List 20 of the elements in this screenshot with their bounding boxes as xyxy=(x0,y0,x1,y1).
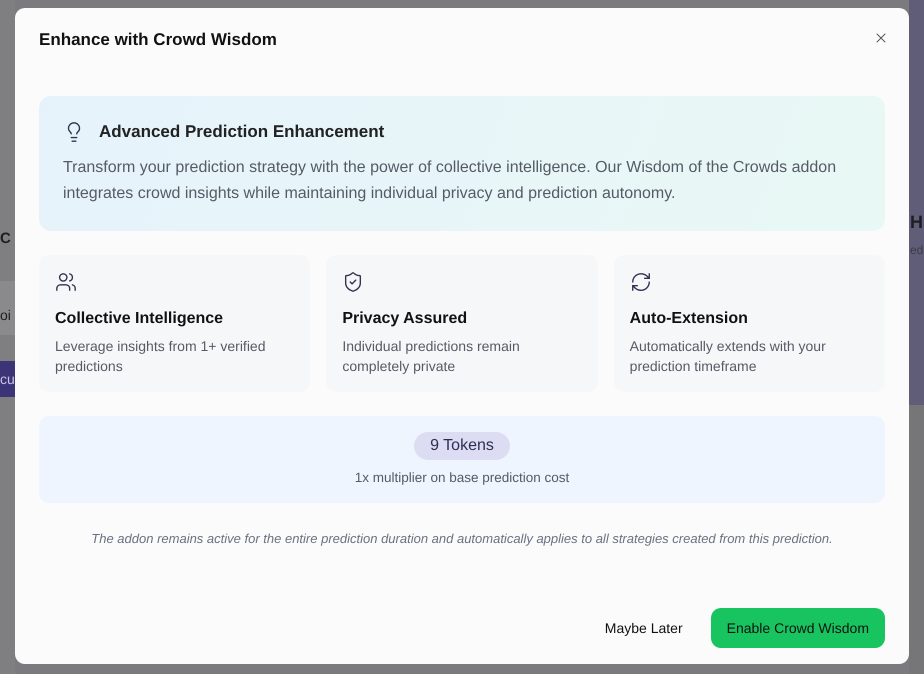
backdrop-heading: C xyxy=(0,230,12,247)
dialog-title: Enhance with Crowd Wisdom xyxy=(39,30,277,50)
feature-title: Collective Intelligence xyxy=(55,310,224,328)
enable-button[interactable]: Enable Crowd Wisdom xyxy=(710,608,885,648)
feature-text: Automatically extends with your prediction timeframe xyxy=(630,337,827,376)
intro-text: Transform your prediction strategy with the power of collective intelligence. Our Wisdom of the Crowds addon integrates crowd insights while maintaining individual privacy and prediction autonomy. xyxy=(63,158,838,204)
feature-title: Privacy Assured xyxy=(342,310,468,328)
feature-text: Individual predictions remain completely private xyxy=(342,337,521,376)
people-icon xyxy=(55,271,77,293)
footnote: The addon remains active for the entire prediction duration and automatically applies to all strategies created from this prediction. xyxy=(90,530,834,548)
cost-note: 1x multiplier on base prediction cost xyxy=(354,470,570,485)
feature-title: Auto-Extension xyxy=(630,310,749,328)
dismiss-button[interactable]: Maybe Later xyxy=(588,608,699,648)
token-badge: 9 Tokens xyxy=(414,432,510,460)
intro-title: Advanced Prediction Enhancement xyxy=(99,122,384,142)
refresh-icon xyxy=(630,271,652,293)
backdrop-button[interactable]: cu xyxy=(0,361,15,397)
feature-text: Leverage insights from 1+ verified predictions xyxy=(55,337,266,376)
backdrop-field[interactable]: oi xyxy=(0,281,15,335)
backdrop-heading: H xyxy=(910,212,924,233)
